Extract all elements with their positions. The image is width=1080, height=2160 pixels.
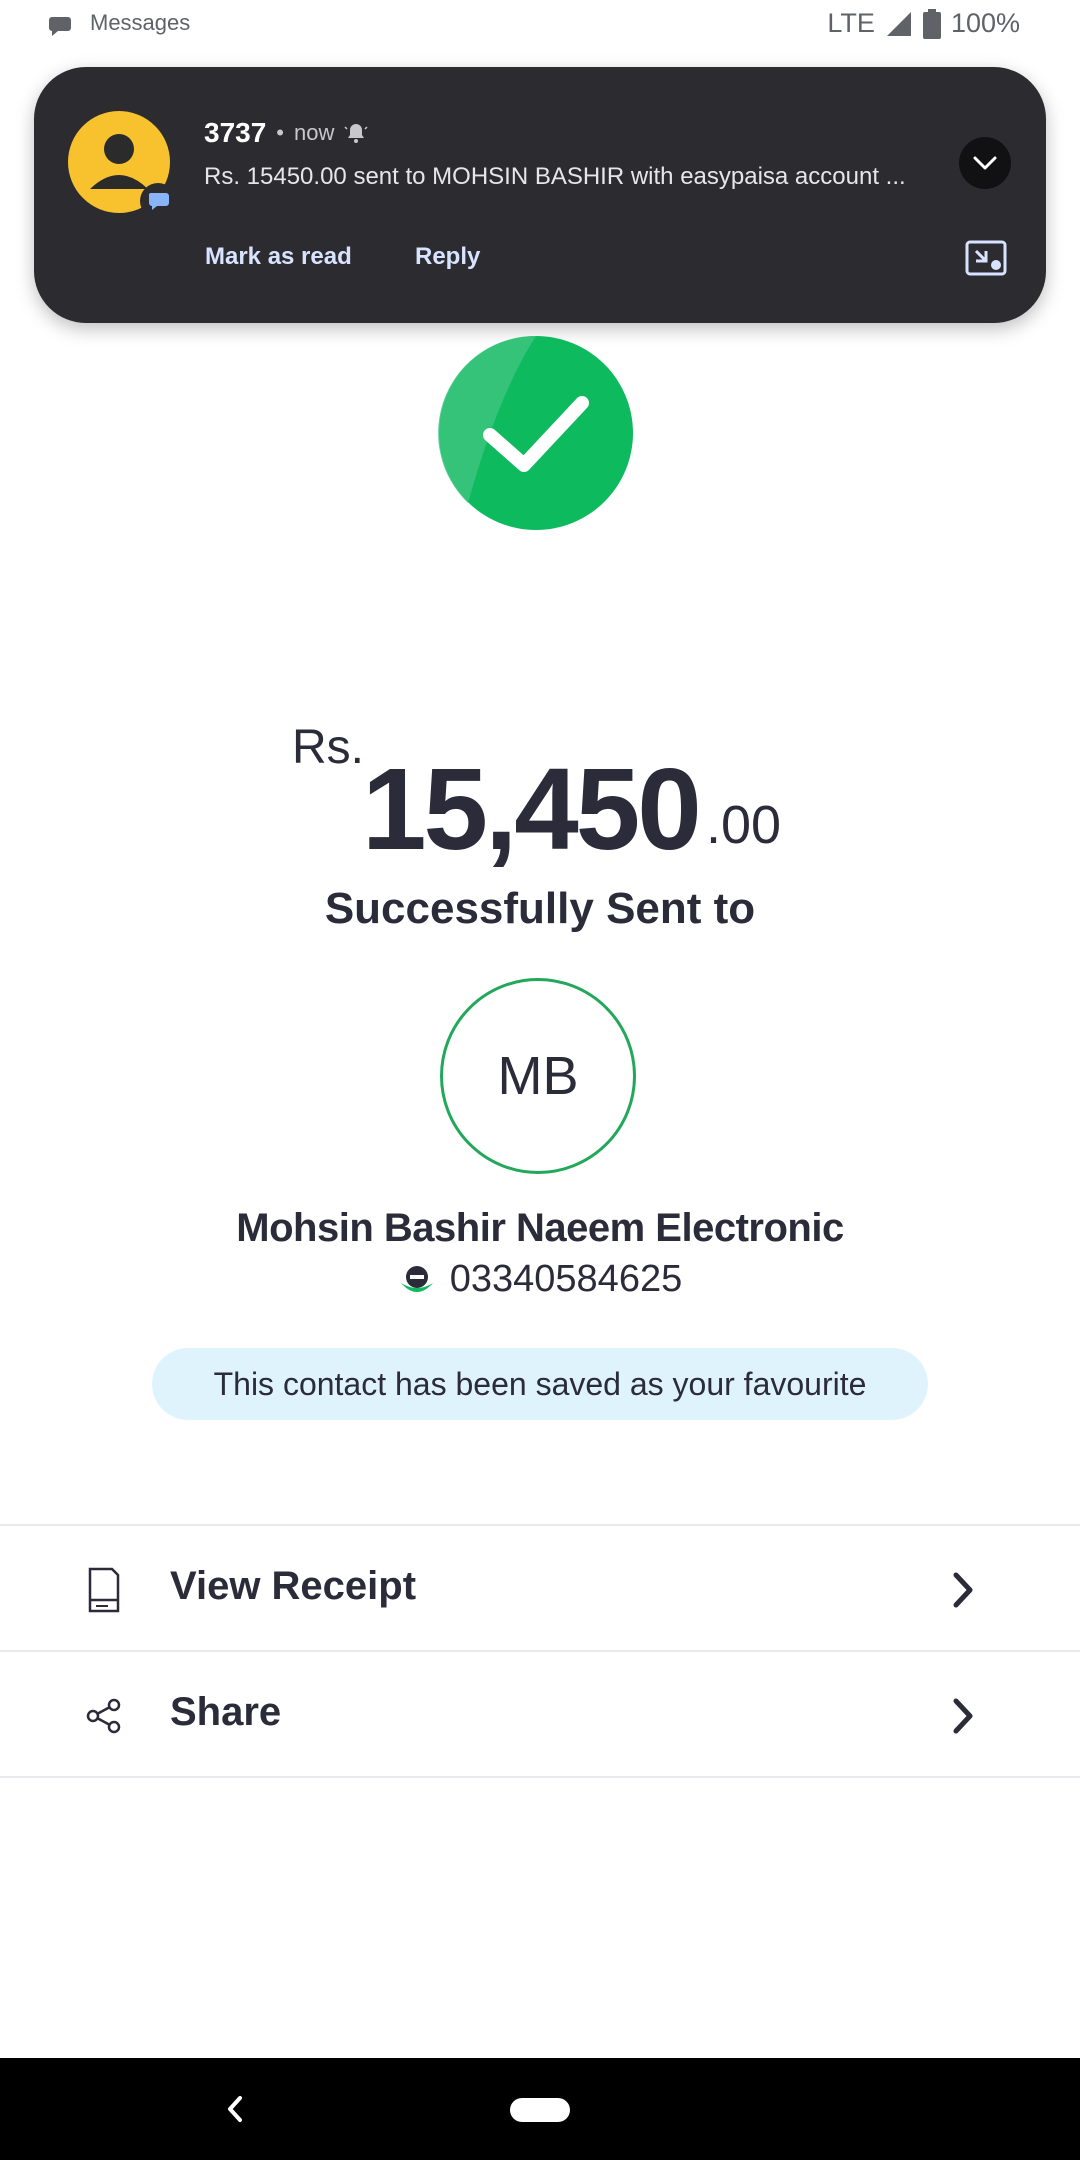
amount-decimal: .00 xyxy=(706,795,782,855)
notification-time: now xyxy=(294,120,335,145)
alerting-bell-icon xyxy=(344,124,368,143)
transfer-status: Successfully Sent to xyxy=(324,884,756,933)
share-icon xyxy=(86,1698,121,1734)
recipient-account: 03340584625 xyxy=(0,1258,1080,1301)
receipt-icon xyxy=(88,1567,120,1613)
messages-app-icon xyxy=(49,17,71,36)
easypaisa-logo-icon xyxy=(400,1265,433,1292)
messages-badge xyxy=(140,183,176,219)
back-icon[interactable] xyxy=(224,2094,246,2124)
favourite-notice: This contact has been saved as your favo… xyxy=(152,1348,928,1420)
view-receipt-label: View Receipt xyxy=(170,1564,417,1608)
currency-label: Rs. xyxy=(292,721,364,774)
amount-value: 15,450 xyxy=(362,744,702,874)
success-check-icon xyxy=(438,335,633,530)
battery-level: 100% xyxy=(950,8,1020,38)
share-row[interactable]: Share xyxy=(0,1652,1080,1776)
battery-icon xyxy=(922,8,941,39)
network-type: LTE xyxy=(827,8,875,38)
signal-icon xyxy=(886,11,911,36)
recipient-number: 03340584625 xyxy=(449,1258,683,1300)
recipient-avatar: MB xyxy=(440,978,636,1174)
recipient-name: Mohsin Bashir Naeem Electronic xyxy=(236,1206,844,1250)
chat-bubble-icon xyxy=(148,193,169,210)
expand-notification-button[interactable] xyxy=(959,137,1011,189)
system-nav-bar xyxy=(0,2058,1080,2160)
amount-display: Rs. 15,450 .00 xyxy=(0,720,1080,874)
notification-message: Rs. 15450.00 sent to MOHSIN BASHIR with … xyxy=(204,163,906,190)
share-label: Share xyxy=(170,1690,282,1734)
notification-sender: 3737 xyxy=(204,117,267,148)
chevron-right-icon xyxy=(953,1572,973,1608)
chevron-down-icon xyxy=(973,156,997,170)
home-pill[interactable] xyxy=(510,2098,570,2122)
separator-dot: • xyxy=(276,120,284,145)
sms-notification[interactable]: 3737 • now Rs. 15450.00 sent to MOHSIN B… xyxy=(34,67,1046,323)
view-receipt-row[interactable]: View Receipt xyxy=(0,1526,1080,1650)
status-bar: Messages LTE 100% xyxy=(0,0,1080,52)
divider xyxy=(0,1776,1080,1778)
chevron-right-icon xyxy=(953,1698,973,1734)
bubble-icon[interactable] xyxy=(964,239,1010,279)
reply-button[interactable]: Reply xyxy=(415,243,480,271)
mark-as-read-button[interactable]: Mark as read xyxy=(205,243,352,271)
status-app-name: Messages xyxy=(90,10,191,35)
